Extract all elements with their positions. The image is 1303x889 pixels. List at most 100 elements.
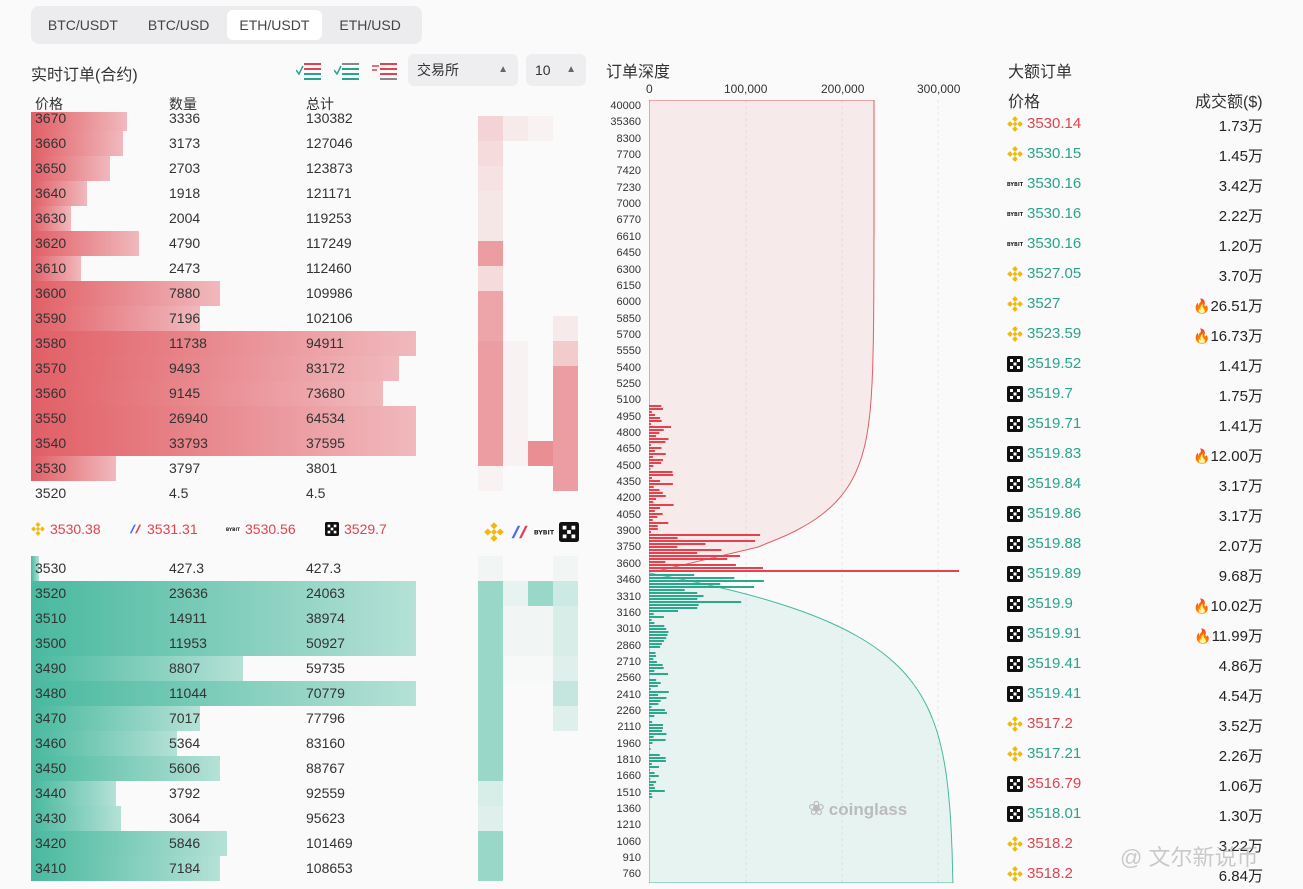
bid-qty: 7017 [169, 710, 200, 726]
ask-row[interactable]: 3650 2703 123873 [31, 156, 421, 181]
big-order-row[interactable]: 3516.79 1.06万 [1007, 769, 1263, 799]
ask-row[interactable]: 3600 7880 109986 [31, 281, 421, 306]
bybit-icon: BYBIT [534, 522, 554, 542]
orderbook-title: 实时订单(合约) [31, 61, 138, 85]
big-order-price: 3519.41 [1027, 685, 1081, 702]
ask-total: 123873 [306, 160, 353, 176]
ask-row[interactable]: 3520 4.5 4.5 [31, 481, 421, 506]
big-order-amount: 4.54万 [1219, 685, 1263, 706]
okx-icon [1007, 476, 1023, 492]
ask-row[interactable]: 3610 2473 112460 [31, 256, 421, 281]
big-order-row[interactable]: BYBIT 3530.16 3.42万 [1007, 169, 1263, 199]
bid-row[interactable]: 3430 3064 95623 [31, 806, 421, 831]
ask-row[interactable]: 3560 9145 73680 [31, 381, 421, 406]
big-order-row[interactable]: 3527 🔥26.51万 [1007, 289, 1263, 319]
bid-total: 95623 [306, 810, 345, 826]
big-order-row[interactable]: 3519.7 1.75万 [1007, 379, 1263, 409]
ask-level-bar [649, 447, 662, 449]
big-order-row[interactable]: 3519.83 🔥12.00万 [1007, 439, 1263, 469]
big-order-row[interactable]: 3523.59 🔥16.73万 [1007, 319, 1263, 349]
big-order-price: 3518.2 [1027, 835, 1073, 852]
big-order-price: 3530.15 [1027, 145, 1081, 162]
big-order-row[interactable]: 3519.86 3.17万 [1007, 499, 1263, 529]
svg-text:BYBIT: BYBIT [1007, 242, 1023, 248]
big-order-row[interactable]: BYBIT 3530.16 1.20万 [1007, 229, 1263, 259]
bid-level-bar [649, 616, 664, 618]
bid-price: 3530 [35, 560, 66, 576]
big-order-row[interactable]: 3527.05 3.70万 [1007, 259, 1263, 289]
big-order-row[interactable]: 3519.41 4.54万 [1007, 679, 1263, 709]
ask-row[interactable]: 3590 7196 102106 [31, 306, 421, 331]
big-order-row[interactable]: 3519.89 9.68万 [1007, 559, 1263, 589]
bid-row[interactable]: 3440 3792 92559 [31, 781, 421, 806]
ask-row[interactable]: 3620 4790 117249 [31, 231, 421, 256]
big-order-row[interactable]: 3530.15 1.45万 [1007, 139, 1263, 169]
bid-row[interactable]: 3480 11044 70779 [31, 681, 421, 706]
ask-qty: 11738 [169, 335, 207, 351]
ask-level-bar [649, 525, 658, 527]
ask-row[interactable]: 3630 2004 119253 [31, 206, 421, 231]
ask-level-bar [649, 570, 959, 572]
depth-y-tick: 1360 [600, 803, 641, 815]
bid-row[interactable]: 3490 8807 59735 [31, 656, 421, 681]
tab-eth-usd[interactable]: ETH/USD [322, 10, 418, 40]
big-order-row[interactable]: 3519.52 1.41万 [1007, 349, 1263, 379]
bid-level-bar [649, 691, 669, 693]
okx-icon [1007, 596, 1023, 612]
bid-row[interactable]: 3460 5364 83160 [31, 731, 421, 756]
bid-level-bar [649, 784, 654, 786]
bid-row[interactable]: 3510 14911 38974 [31, 606, 421, 631]
ask-row[interactable]: 3580 11738 94911 [31, 331, 421, 356]
big-order-row[interactable]: 3519.71 1.41万 [1007, 409, 1263, 439]
bid-row[interactable]: 3410 7184 108653 [31, 856, 421, 881]
bids-view-icon[interactable] [334, 62, 360, 80]
ask-total: 117249 [306, 235, 352, 251]
big-order-row[interactable]: 3530.14 1.73万 [1007, 109, 1263, 139]
big-order-row[interactable]: BYBIT 3530.16 2.22万 [1007, 199, 1263, 229]
ask-row[interactable]: 3570 9493 83172 [31, 356, 421, 381]
bid-row[interactable]: 3530 427.3 427.3 [31, 556, 421, 581]
big-order-row[interactable]: 3517.21 2.26万 [1007, 739, 1263, 769]
depth-y-tick: 7700 [600, 149, 641, 161]
big-order-row[interactable]: 3519.88 2.07万 [1007, 529, 1263, 559]
bid-row[interactable]: 3520 23636 24063 [31, 581, 421, 606]
tab-eth-usdt[interactable]: ETH/USDT [227, 10, 323, 40]
ask-qty: 9493 [169, 360, 200, 376]
bid-level-bar [649, 778, 650, 780]
ask-row[interactable]: 3660 3173 127046 [31, 131, 421, 156]
big-order-row[interactable]: 3518.01 1.30万 [1007, 799, 1263, 829]
big-order-row[interactable]: 3519.9 🔥10.02万 [1007, 589, 1263, 619]
ask-row[interactable]: 3640 1918 121171 [31, 181, 421, 206]
ask-row[interactable]: 3670 3336 130382 [31, 106, 421, 131]
bid-row[interactable]: 3450 5606 88767 [31, 756, 421, 781]
both-sides-view-icon[interactable] [296, 62, 322, 80]
ask-level-bar [649, 426, 671, 428]
depth-y-tick: 4800 [600, 427, 641, 439]
exchange-select[interactable]: 交易所 ▲ [408, 54, 518, 86]
ask-row[interactable]: 3540 33793 37595 [31, 431, 421, 456]
big-orders-title: 大额订单 [1008, 58, 1072, 82]
depth-y-tick: 2260 [600, 705, 641, 717]
big-order-row[interactable]: 3517.2 3.52万 [1007, 709, 1263, 739]
bid-level-bar [649, 601, 741, 603]
svg-text:BYBIT: BYBIT [534, 530, 554, 537]
asks-view-icon[interactable] [372, 62, 398, 80]
big-order-amount: 1.75万 [1219, 385, 1263, 406]
bid-row[interactable]: 3470 7017 77796 [31, 706, 421, 731]
big-order-row[interactable]: 3519.41 4.86万 [1007, 649, 1263, 679]
depth-select[interactable]: 10 ▲ [526, 54, 586, 86]
bid-row[interactable]: 3420 5846 101469 [31, 831, 421, 856]
ask-row[interactable]: 3530 3797 3801 [31, 456, 421, 481]
big-order-row[interactable]: 3519.91 🔥11.99万 [1007, 619, 1263, 649]
bid-row[interactable]: 3500 11953 50927 [31, 631, 421, 656]
tab-btc-usd[interactable]: BTC/USD [131, 10, 227, 40]
ask-level-bar [649, 564, 736, 566]
bid-price: 3440 [35, 785, 66, 801]
bid-total: 59735 [306, 660, 345, 676]
bitmex-icon [509, 522, 529, 542]
ask-price: 3560 [35, 385, 66, 401]
big-order-row[interactable]: 3519.84 3.17万 [1007, 469, 1263, 499]
ask-row[interactable]: 3550 26940 64534 [31, 406, 421, 431]
depth-y-tick: 3460 [600, 574, 641, 586]
tab-btc-usdt[interactable]: BTC/USDT [35, 10, 131, 40]
